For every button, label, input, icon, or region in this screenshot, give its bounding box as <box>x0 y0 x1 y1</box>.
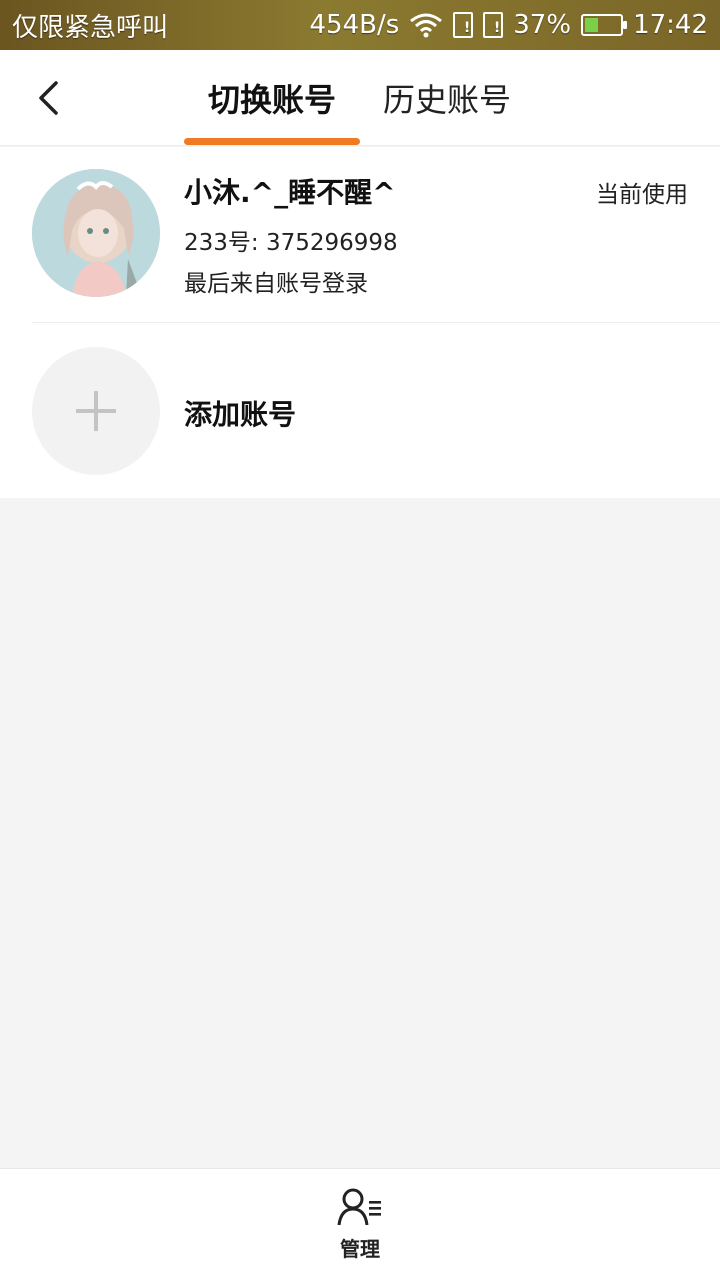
tab-switch-account[interactable]: 切换账号 <box>184 50 360 146</box>
tab-history-account[interactable]: 历史账号 <box>372 50 522 146</box>
sim-1-icon: ! <box>453 12 474 38</box>
manage-button[interactable]: 管理 <box>310 1187 410 1267</box>
back-button[interactable] <box>24 72 72 124</box>
bottom-bar: 管理 <box>0 1168 720 1280</box>
clock: 17:42 <box>633 10 708 40</box>
add-account-label: 添加账号 <box>184 398 297 431</box>
user-manage-icon <box>337 1188 381 1226</box>
add-account-row[interactable]: 添加账号 <box>0 323 720 498</box>
avatar <box>32 169 160 297</box>
chevron-left-icon <box>39 81 58 115</box>
carrier-text: 仅限紧急呼叫 <box>12 12 169 43</box>
account-row[interactable]: 小沐.^_睡不醒^ 233号: 375296998 最后来自账号登录 当前使用 <box>0 147 720 323</box>
manage-label: 管理 <box>340 1237 380 1261</box>
add-account-button[interactable] <box>32 347 160 475</box>
account-name: 小沐.^_睡不醒^ <box>184 176 396 209</box>
battery-percent: 37% <box>513 10 572 40</box>
sim-2-icon: ! <box>483 12 504 38</box>
wifi-icon <box>409 12 443 38</box>
current-use-badge: 当前使用 <box>596 182 688 208</box>
account-id: 233号: 375296998 <box>184 230 398 256</box>
status-bar: 仅限紧急呼叫 454B/s ! ! 37% 17:42 <box>0 0 720 50</box>
active-tab-indicator <box>184 138 360 145</box>
account-login-source: 最后来自账号登录 <box>184 271 368 297</box>
plus-icon <box>76 391 116 431</box>
account-list: 小沐.^_睡不醒^ 233号: 375296998 最后来自账号登录 当前使用 … <box>0 147 720 498</box>
battery-icon <box>581 14 628 36</box>
network-speed: 454B/s <box>309 10 400 40</box>
header: 切换账号 历史账号 <box>0 50 720 146</box>
status-icons: 454B/s ! ! 37% 17:42 <box>309 10 708 40</box>
